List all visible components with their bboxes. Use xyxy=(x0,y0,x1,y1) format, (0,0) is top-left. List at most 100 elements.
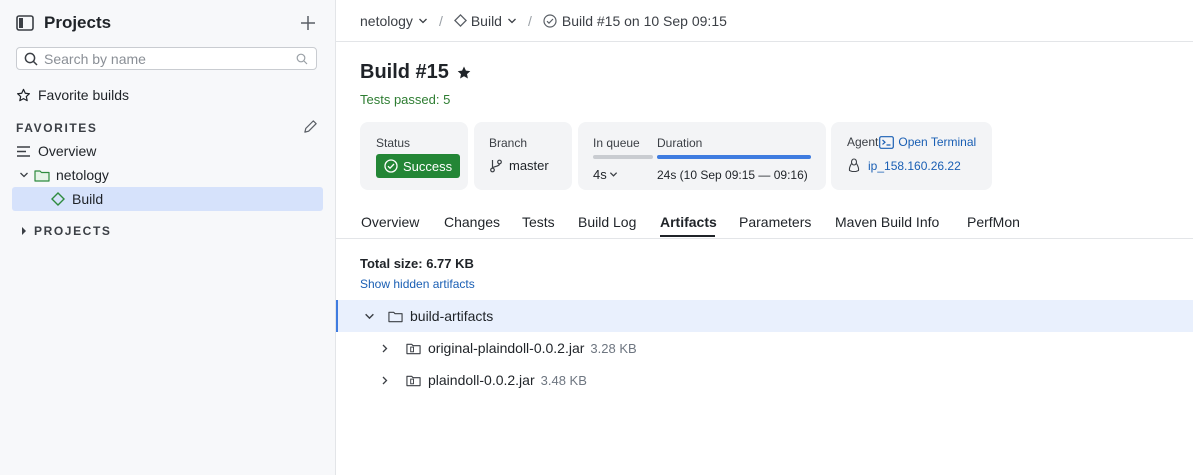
artifact-file-size: 3.48 KB xyxy=(540,372,587,388)
breadcrumb-project[interactable]: netology xyxy=(360,13,428,29)
build-config-icon xyxy=(51,192,65,206)
in-queue-value-row[interactable]: 4s xyxy=(593,167,618,182)
branch-value-row[interactable]: master xyxy=(489,158,549,173)
breadcrumb-project-label: netology xyxy=(360,12,413,29)
breadcrumb-build[interactable]: Build #15 on 10 Sep 09:15 xyxy=(543,13,727,29)
main-content: netology / Build / Build #15 on 10 Sep 0… xyxy=(336,0,1193,475)
star-filled-icon[interactable] xyxy=(456,65,472,81)
agent-card: Agent Open Terminal ip_158.160.26.22 xyxy=(831,122,992,190)
build-config-icon xyxy=(453,14,467,27)
duration-bar-track xyxy=(657,155,811,159)
chevron-down-icon xyxy=(418,16,428,26)
projects-section-title: PROJECTS xyxy=(34,224,112,238)
tab-overview[interactable]: Overview xyxy=(361,214,419,230)
sidebar-item-netology[interactable]: netology xyxy=(19,164,109,186)
breadcrumb-separator: / xyxy=(527,12,532,29)
folder-icon xyxy=(388,310,403,323)
folder-icon xyxy=(34,169,50,182)
sidebar-item-overview-label: Overview xyxy=(38,143,97,159)
artifact-file-row[interactable]: original-plaindoll-0.0.2.jar 3.28 KB xyxy=(336,332,1193,364)
archive-icon xyxy=(406,342,421,355)
tab-maven-build-info[interactable]: Maven Build Info xyxy=(835,214,939,230)
artifact-folder-content: build-artifacts xyxy=(364,300,493,332)
sidebar-item-build[interactable]: Build xyxy=(51,188,103,210)
branch-value: master xyxy=(509,158,549,173)
artifact-folder-row[interactable]: build-artifacts xyxy=(336,300,1193,332)
search-box xyxy=(16,47,317,70)
sidebar-title: Projects xyxy=(44,13,112,32)
tab-tests[interactable]: Tests xyxy=(522,214,555,230)
breadcrumb-build-config[interactable]: Build xyxy=(453,12,517,29)
agent-value: ip_158.160.26.22 xyxy=(868,158,961,173)
tab-build-log[interactable]: Build Log xyxy=(578,214,636,230)
chevron-right-icon[interactable] xyxy=(380,375,390,386)
sidebar-item-build-label: Build xyxy=(72,191,104,207)
archive-icon xyxy=(406,374,421,387)
artifact-file-name: plaindoll-0.0.2.jar xyxy=(428,372,535,388)
favorites-section-title: FAVORITES xyxy=(16,121,98,135)
agent-header: Agent Open Terminal xyxy=(847,135,976,149)
sidebar-header: Projects xyxy=(16,12,319,34)
status-badge: Success xyxy=(376,154,461,178)
chevron-right-icon[interactable] xyxy=(380,343,390,354)
favorite-builds-link[interactable]: Favorite builds xyxy=(16,84,129,106)
tab-parameters[interactable]: Parameters xyxy=(739,214,811,230)
chevron-down-icon[interactable] xyxy=(364,311,375,322)
projects-section[interactable]: PROJECTS xyxy=(20,220,111,242)
status-card: Status Success xyxy=(360,122,468,190)
tab-changes[interactable]: Changes xyxy=(444,214,500,230)
branch-label: Branch xyxy=(489,136,528,150)
chevron-down-icon xyxy=(609,170,618,179)
page-title: Build #15 xyxy=(360,61,472,84)
open-terminal-label: Open Terminal xyxy=(898,135,977,149)
in-queue-label: In queue xyxy=(593,136,640,150)
show-hidden-artifacts-link[interactable]: Show hidden artifacts xyxy=(360,277,475,291)
search-small-icon[interactable] xyxy=(296,53,308,65)
git-branch-icon xyxy=(489,159,503,173)
duration-bar-fill xyxy=(657,155,811,159)
tab-bar: Overview Changes Tests Build Log Artifac… xyxy=(336,208,1193,239)
linux-icon xyxy=(847,158,861,173)
edit-favorites-icon[interactable] xyxy=(303,119,318,134)
build-title-text: Build #15 xyxy=(360,61,449,83)
sidebar: Projects Favorite builds FAVORITES Overv… xyxy=(0,0,336,475)
search-icon xyxy=(24,52,38,66)
terminal-icon xyxy=(879,135,895,149)
sidebar-panel-icon[interactable] xyxy=(16,15,34,31)
timing-card: In queue 4s Duration 24s (10 Sep 09:15 —… xyxy=(578,122,826,190)
breadcrumb-build-label: Build #15 on 10 Sep 09:15 xyxy=(561,12,727,29)
tests-passed-link[interactable]: Tests passed: 5 xyxy=(360,92,450,107)
sidebar-item-overview[interactable]: Overview xyxy=(16,140,96,162)
total-size: Total size: 6.77 KB xyxy=(360,256,474,271)
artifact-file-content: original-plaindoll-0.0.2.jar 3.28 KB xyxy=(380,332,637,364)
search-input[interactable] xyxy=(44,50,294,67)
artifact-file-row[interactable]: plaindoll-0.0.2.jar 3.48 KB xyxy=(336,364,1193,396)
chevron-right-icon xyxy=(20,226,28,236)
plus-icon xyxy=(301,16,315,30)
tab-perfmon[interactable]: PerfMon xyxy=(967,214,1020,230)
breadcrumb-build-config-label: Build xyxy=(470,12,502,29)
active-tab-indicator xyxy=(660,235,715,237)
status-value: Success xyxy=(403,158,453,174)
sidebar-item-netology-label: netology xyxy=(56,167,109,183)
artifact-folder-name: build-artifacts xyxy=(410,308,494,324)
tab-artifacts[interactable]: Artifacts xyxy=(660,214,717,230)
in-queue-bar xyxy=(593,155,653,159)
breadcrumb: netology / Build / Build #15 on 10 Sep 0… xyxy=(336,0,1193,42)
chevron-down-icon[interactable] xyxy=(19,170,29,180)
agent-label: Agent xyxy=(847,135,879,149)
open-terminal-link[interactable]: Open Terminal xyxy=(879,135,976,149)
branch-card: Branch master xyxy=(474,122,572,190)
duration-value: 24s (10 Sep 09:15 — 09:16) xyxy=(657,168,808,182)
status-label: Status xyxy=(376,136,411,150)
in-queue-value: 4s xyxy=(593,167,607,182)
artifact-file-name: original-plaindoll-0.0.2.jar xyxy=(428,340,585,356)
agent-value-link[interactable]: ip_158.160.26.22 xyxy=(847,158,961,173)
breadcrumb-separator: / xyxy=(438,12,443,29)
chevron-down-icon xyxy=(507,16,517,26)
add-project-button[interactable] xyxy=(297,12,319,34)
check-circle-icon xyxy=(384,159,398,173)
list-icon xyxy=(16,145,31,158)
artifact-file-content: plaindoll-0.0.2.jar 3.48 KB xyxy=(380,364,587,396)
check-circle-icon xyxy=(543,13,557,28)
